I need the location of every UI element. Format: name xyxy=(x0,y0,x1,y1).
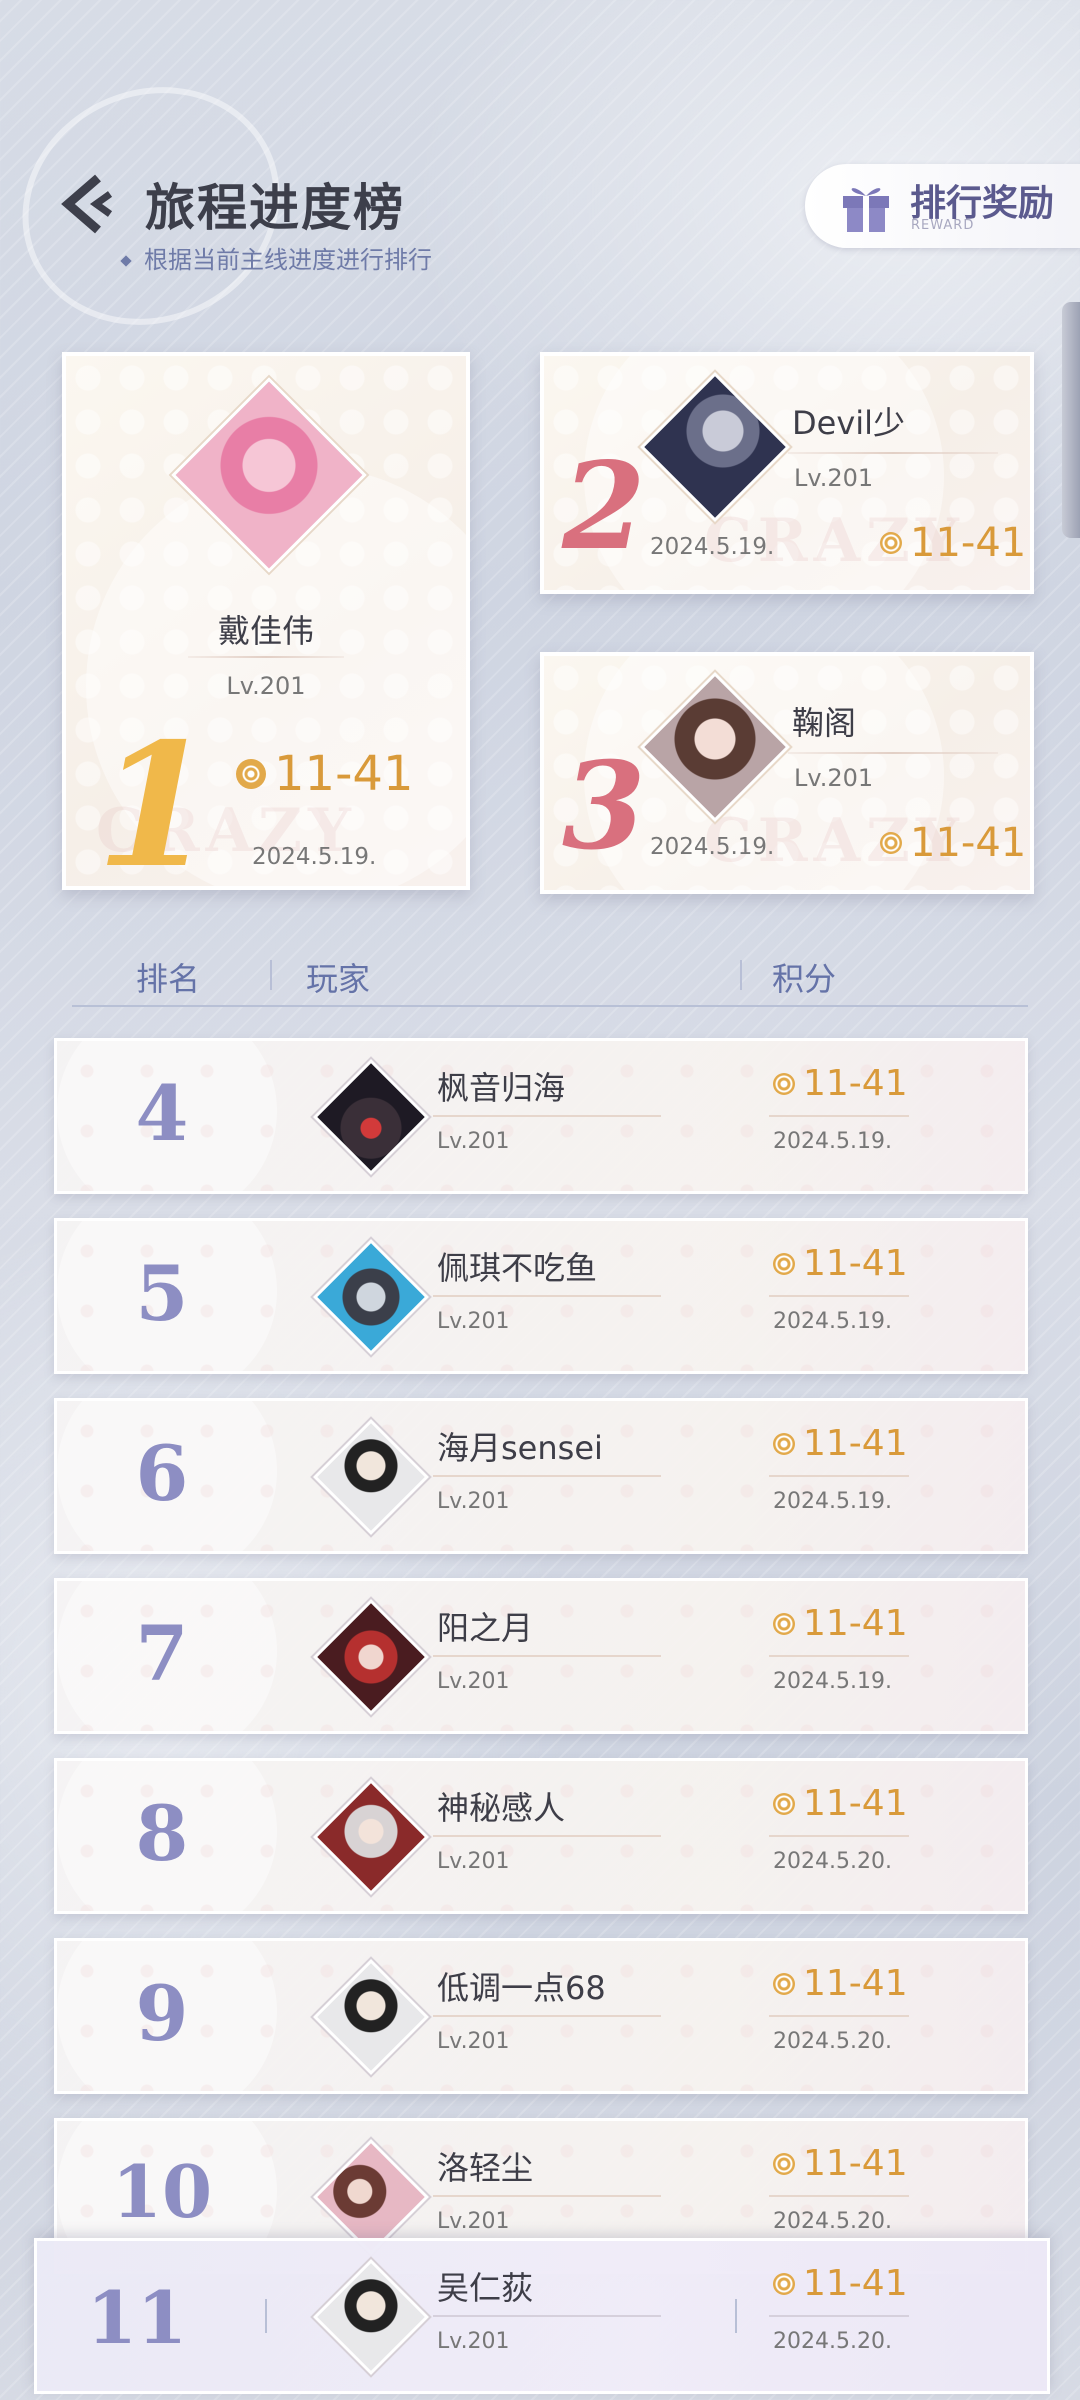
column-header-rank: 排名 xyxy=(136,960,201,998)
avatar xyxy=(313,2139,429,2255)
podium-card-1[interactable]: CRAZY 戴佳伟 Lv.201 1 11-41 2024.5.19. xyxy=(62,352,470,890)
player-score: 11-41 xyxy=(773,1603,908,1644)
player-name: 洛轻尘 xyxy=(437,2149,534,2187)
list-row[interactable]: 9 低调一点68 Lv.201 11-41 2024.5.20. xyxy=(54,1938,1028,2094)
player-score: 11-41 xyxy=(880,820,1026,866)
player-score: 11-41 xyxy=(773,1963,908,2004)
player-date: 2024.5.20. xyxy=(773,2029,892,2054)
podium-card-2[interactable]: CRAZY Devil少 Lv.201 2 2024.5.19. 11-41 xyxy=(540,352,1034,594)
back-chevron-icon[interactable] xyxy=(58,172,112,236)
player-date: 2024.5.19. xyxy=(252,844,377,870)
avatar xyxy=(313,1239,429,1355)
list-row[interactable]: 6 海月sensei Lv.201 11-41 2024.5.19. xyxy=(54,1398,1028,1554)
player-date: 2024.5.20. xyxy=(773,1849,892,1874)
avatar xyxy=(313,1059,429,1175)
player-date: 2024.5.19. xyxy=(650,834,775,860)
player-level: Lv.201 xyxy=(437,1489,510,1514)
rank-number: 3 xyxy=(562,736,646,877)
coin-icon xyxy=(880,832,902,854)
player-level: Lv.201 xyxy=(437,1849,510,1874)
coin-icon xyxy=(773,1072,795,1095)
rank-number: 6 xyxy=(135,1429,189,1518)
player-score: 11-41 xyxy=(880,520,1026,566)
player-date: 2024.5.19. xyxy=(773,1489,892,1514)
player-score: 11-41 xyxy=(773,1243,908,1284)
player-date: 2024.5.20. xyxy=(773,2329,892,2354)
player-level: Lv.201 xyxy=(437,1309,510,1334)
player-level: Lv.201 xyxy=(437,2029,510,2054)
coin-icon xyxy=(236,759,266,789)
player-level: Lv.201 xyxy=(794,764,874,792)
list-row[interactable]: 7 阳之月 Lv.201 11-41 2024.5.19. xyxy=(54,1578,1028,1734)
rank-number: 1 xyxy=(96,706,215,890)
player-name: 神秘感人 xyxy=(437,1789,566,1827)
player-name: 鞠阁 xyxy=(792,704,857,742)
list-row[interactable]: 5 佩琪不吃鱼 Lv.201 11-41 2024.5.19. xyxy=(54,1218,1028,1374)
avatar xyxy=(313,1599,429,1715)
coin-icon xyxy=(773,1972,795,1995)
my-rank-row[interactable]: 11 吴仁荻 Lv.201 11-41 2024.5.20. xyxy=(34,2238,1050,2394)
player-name: 枫音归海 xyxy=(437,1069,566,1107)
player-name: 海月sensei xyxy=(437,1429,603,1467)
header-divider xyxy=(72,1005,1028,1007)
page-title: 旅程进度榜 xyxy=(145,179,405,237)
coin-icon xyxy=(773,1252,795,1275)
player-level: Lv.201 xyxy=(437,2329,510,2354)
player-date: 2024.5.19. xyxy=(773,1669,892,1694)
player-score: 11-41 xyxy=(773,1783,908,1824)
player-name: Devil少 xyxy=(792,404,906,442)
player-level: Lv.201 xyxy=(226,672,306,700)
reward-sublabel: REWARD xyxy=(911,218,975,233)
coin-icon xyxy=(773,1792,795,1815)
list-row[interactable]: 8 神秘感人 Lv.201 11-41 2024.5.20. xyxy=(54,1758,1028,1914)
column-header-score: 积分 xyxy=(772,960,837,998)
avatar xyxy=(313,1779,429,1895)
podium-card-3[interactable]: CRAZY 鞠阁 Lv.201 3 2024.5.19. 11-41 xyxy=(540,652,1034,894)
list-row[interactable]: 4 枫音归海 Lv.201 11-41 2024.5.19. xyxy=(54,1038,1028,1194)
player-level: Lv.201 xyxy=(437,2209,510,2234)
player-name: 戴佳伟 xyxy=(217,612,314,650)
coin-icon xyxy=(773,2272,795,2295)
rank-number: 11 xyxy=(86,2275,188,2360)
player-score: 11-41 xyxy=(773,1423,908,1464)
side-panel-handle[interactable] xyxy=(1062,302,1080,538)
player-name: 佩琪不吃鱼 xyxy=(437,1249,598,1287)
rank-number: 9 xyxy=(135,1969,189,2058)
coin-icon xyxy=(773,1612,795,1635)
rank-number: 10 xyxy=(111,2149,213,2234)
player-date: 2024.5.20. xyxy=(773,2209,892,2234)
coin-icon xyxy=(773,1432,795,1455)
rank-number: 4 xyxy=(135,1069,189,1158)
player-level: Lv.201 xyxy=(437,1129,510,1154)
reward-button[interactable]: 排行奖励 REWARD xyxy=(805,164,1080,248)
coin-icon xyxy=(773,2152,795,2175)
avatar xyxy=(313,1959,429,2075)
player-level: Lv.201 xyxy=(437,1669,510,1694)
rank-number: 7 xyxy=(135,1609,189,1698)
player-level: Lv.201 xyxy=(794,464,874,492)
avatar xyxy=(313,2259,429,2375)
player-date: 2024.5.19. xyxy=(650,534,775,560)
rank-number: 8 xyxy=(135,1789,189,1878)
column-header-player: 玩家 xyxy=(306,960,371,998)
avatar xyxy=(313,1419,429,1535)
player-name: 阳之月 xyxy=(437,1609,534,1647)
player-name: 低调一点68 xyxy=(437,1969,606,2007)
player-name: 吴仁荻 xyxy=(437,2269,534,2307)
player-score: 11-41 xyxy=(773,1063,908,1104)
player-date: 2024.5.19. xyxy=(773,1129,892,1154)
rank-number: 2 xyxy=(562,436,646,577)
gift-icon xyxy=(843,188,889,232)
page-subtitle: 根据当前主线进度进行排行 xyxy=(120,240,432,275)
player-date: 2024.5.19. xyxy=(773,1309,892,1334)
player-score: 11-41 xyxy=(773,2263,908,2304)
rank-number: 5 xyxy=(135,1249,189,1338)
player-score: 11-41 xyxy=(236,746,413,802)
player-score: 11-41 xyxy=(773,2143,908,2184)
coin-icon xyxy=(880,532,902,554)
